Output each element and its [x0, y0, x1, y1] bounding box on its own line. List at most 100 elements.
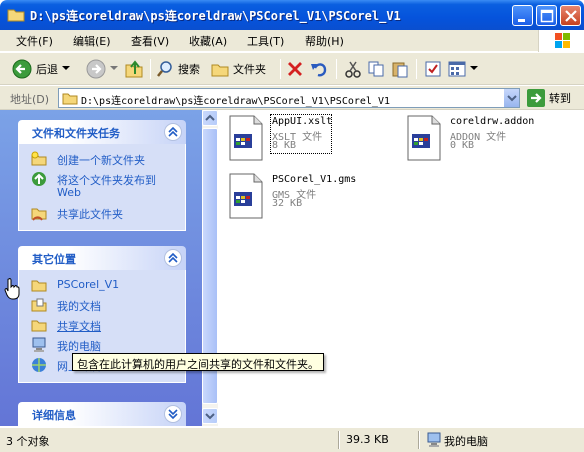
arrow-up-icon [205, 114, 215, 121]
chevron-up-icon [168, 126, 178, 137]
close-icon [565, 10, 577, 22]
title-bar: D:\ps连coreldraw\ps连coreldraw\PSCorel_V1\… [0, 0, 584, 30]
toolbar-separator [336, 59, 337, 79]
chevron-down-icon [62, 66, 70, 70]
scissors-icon [345, 61, 361, 78]
xslt-file-icon [229, 115, 263, 161]
task-share-folder[interactable]: 共享此文件夹 [19, 204, 185, 224]
delete-button[interactable] [286, 58, 304, 80]
vertical-scrollbar[interactable] [202, 110, 218, 426]
computer-icon [427, 432, 441, 447]
cut-button[interactable] [344, 58, 362, 80]
details-title: 详细信息 [32, 409, 76, 422]
status-separator [418, 431, 420, 449]
documents-folder-icon [31, 298, 47, 312]
collapse-button[interactable] [164, 249, 182, 267]
other-places-title: 其它位置 [32, 253, 76, 266]
details-header[interactable]: 详细信息 [18, 402, 186, 426]
menu-bar: 文件(F) 编辑(E) 查看(V) 收藏(A) 工具(T) 帮助(H) [0, 30, 584, 52]
views-grid-icon [448, 61, 466, 77]
address-label: 地址(D) [10, 93, 50, 106]
forward-button[interactable] [86, 58, 118, 80]
menu-edit[interactable]: 编辑(E) [73, 33, 111, 49]
copy-button[interactable] [367, 58, 385, 80]
address-dropdown-button[interactable] [503, 89, 519, 107]
addon-file-icon [407, 115, 441, 161]
status-object-count: 3 个对象 [6, 435, 50, 448]
share-folder-icon [31, 208, 47, 221]
properties-button[interactable] [424, 58, 442, 80]
window-title: D:\ps连coreldraw\ps连coreldraw\PSCorel_V1\… [30, 9, 401, 23]
file-size: 0 KB [450, 140, 475, 151]
details-panel: 详细信息 [18, 402, 186, 426]
place-pscorel[interactable]: PSCorel_V1 [19, 276, 185, 296]
folder-icon [31, 280, 47, 292]
scroll-up-button[interactable] [202, 110, 218, 126]
task-new-folder[interactable]: 创建一个新文件夹 [19, 150, 185, 170]
undo-icon [311, 63, 327, 77]
status-size: 39.3 KB [346, 433, 389, 446]
hand-cursor-icon [4, 278, 20, 300]
folder-icon [7, 9, 25, 22]
paste-icon [392, 62, 408, 78]
task-publish-web-line2[interactable]: Web [19, 184, 185, 204]
file-tasks-title: 文件和文件夹任务 [32, 127, 120, 140]
minimize-icon [518, 19, 525, 22]
file-item-pscorel-gms[interactable]: PSCorel_V1.gms GMS 文件 32 KB [226, 172, 376, 222]
toolbar-separator [150, 59, 151, 79]
folder-up-icon [125, 60, 143, 78]
task-pane: 文件和文件夹任务 创建一个新文件夹 将这个文件夹发布到 Web 共享此文件夹 其… [0, 110, 202, 426]
go-button[interactable]: 转到 [527, 89, 571, 107]
gms-file-icon [229, 173, 263, 219]
arrow-down-icon [205, 413, 215, 420]
file-tasks-body: 创建一个新文件夹 将这个文件夹发布到 Web 共享此文件夹 [18, 144, 186, 231]
minimize-button[interactable] [512, 5, 533, 26]
network-icon [32, 358, 46, 372]
place-my-documents[interactable]: 我的文档 [19, 296, 185, 316]
menu-favorites[interactable]: 收藏(A) [189, 33, 227, 49]
file-item-coreldrw-addon[interactable]: coreldrw.addon ADDON 文件 0 KB [404, 114, 554, 164]
file-name: coreldrw.addon [450, 116, 535, 127]
search-icon [157, 61, 172, 77]
forward-arrow-icon [86, 59, 106, 79]
back-button[interactable]: 后退 [12, 58, 70, 80]
delete-x-icon [288, 62, 302, 76]
maximize-icon [540, 9, 554, 23]
file-list: AppUI.xslt XSLT 文件 8 KB coreldrw.addon A… [202, 110, 584, 426]
toolbar-separator [416, 59, 417, 79]
views-button[interactable] [448, 58, 478, 80]
chevron-down-icon [168, 409, 178, 420]
undo-button[interactable] [310, 58, 328, 80]
go-label: 转到 [549, 92, 571, 105]
maximize-button[interactable] [536, 5, 557, 26]
up-button[interactable] [124, 58, 144, 80]
file-name: PSCorel_V1.gms [272, 174, 357, 185]
toolbar-separator [280, 59, 281, 79]
menu-view[interactable]: 查看(V) [131, 33, 169, 49]
file-size: 8 KB [272, 140, 297, 151]
go-arrow-icon [527, 89, 545, 107]
place-shared-documents[interactable]: 共享文档 [19, 316, 185, 336]
task-publish-web[interactable]: 将这个文件夹发布到 [19, 170, 185, 187]
file-item-appui[interactable]: AppUI.xslt XSLT 文件 8 KB [226, 114, 366, 164]
menu-tools[interactable]: 工具(T) [247, 33, 284, 49]
file-tasks-panel: 文件和文件夹任务 创建一个新文件夹 将这个文件夹发布到 Web 共享此文件夹 [18, 120, 186, 231]
chevron-down-icon [110, 66, 118, 70]
close-button[interactable] [560, 5, 581, 26]
folders-button[interactable]: 文件夹 [211, 58, 266, 80]
file-name: AppUI.xslt [272, 116, 333, 127]
paste-button[interactable] [391, 58, 409, 80]
collapse-button[interactable] [164, 123, 182, 141]
back-arrow-icon [12, 59, 32, 79]
menu-help[interactable]: 帮助(H) [305, 33, 344, 49]
back-label: 后退 [36, 63, 58, 76]
menu-file[interactable]: 文件(F) [16, 33, 53, 49]
other-places-header[interactable]: 其它位置 [18, 246, 186, 270]
expand-button[interactable] [164, 405, 182, 423]
properties-check-icon [425, 61, 441, 77]
file-tasks-header[interactable]: 文件和文件夹任务 [18, 120, 186, 144]
search-button[interactable]: 搜索 [156, 58, 200, 80]
address-input[interactable]: D:\ps连coreldraw\ps连coreldraw\PSCorel_V1\… [58, 88, 520, 108]
toolbar: 后退 搜索 文件夹 [0, 53, 584, 85]
scroll-down-button[interactable] [202, 408, 218, 424]
